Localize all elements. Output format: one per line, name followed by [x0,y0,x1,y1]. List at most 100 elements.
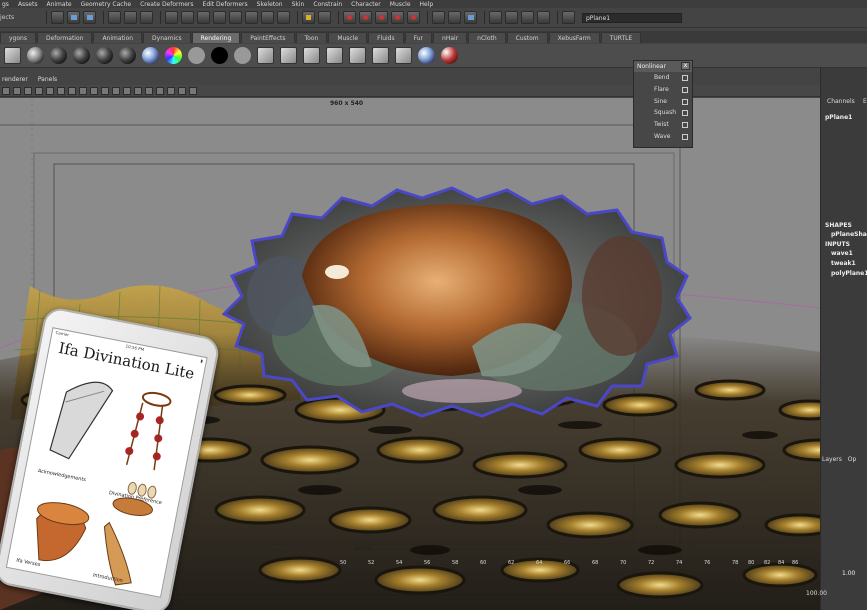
shelf-tab[interactable]: nHair [433,32,468,43]
shadows-icon[interactable] [167,86,175,95]
menu-item-wave[interactable]: Wave [634,131,692,143]
blinn-material-icon[interactable] [27,47,44,64]
option-box-icon[interactable] [682,122,688,129]
grid-icon[interactable] [46,86,54,95]
select-camera-icon[interactable] [2,86,10,95]
option-box-icon[interactable] [682,75,688,81]
time-slider[interactable]: 50 52 54 56 58 60 62 64 66 68 70 72 74 7… [280,560,820,570]
panel-menu-item[interactable]: renderer [2,76,28,83]
menu-item-bend[interactable]: Bend [634,72,692,84]
camera-attributes-icon[interactable] [13,86,21,95]
menu-item[interactable]: Muscle [390,1,411,8]
highlight-selection-button[interactable] [318,11,331,24]
menu-item[interactable]: Geometry Cache [81,1,131,8]
mask-surfaces-button[interactable] [213,11,226,24]
shelf-tab[interactable]: Fur [404,32,433,43]
input-node[interactable]: tweak1 [831,260,856,267]
menu-set-label[interactable]: jects [0,14,42,21]
shelf-tab[interactable]: Toon [295,32,328,43]
resolution-gate-icon[interactable] [68,86,76,95]
name-field-selector-button[interactable] [562,11,575,24]
snap-grid-button[interactable] [343,11,356,24]
film-gate-icon[interactable] [57,86,65,95]
mask-joints-button[interactable] [181,11,194,24]
input-node[interactable]: wave1 [831,250,853,257]
menu-item[interactable]: gs [2,1,9,8]
menu-item[interactable]: Animate [46,1,71,8]
menu-item[interactable]: Constrain [313,1,342,8]
menu-item-squash[interactable]: Squash [634,107,692,119]
option-box-icon[interactable] [682,98,688,105]
shelf-tab[interactable]: Animation [93,32,143,43]
render-view-button[interactable] [464,11,477,24]
channels-tab[interactable]: Channels [827,98,855,105]
hypershade-icon[interactable] [418,47,435,64]
camera-icon[interactable] [4,47,21,64]
volume-light-icon[interactable] [372,47,389,64]
isolate-select-icon[interactable] [189,86,197,95]
shelf-tab-rendering[interactable]: Rendering [191,32,241,43]
mask-misc-button[interactable] [277,11,290,24]
mask-rendering-button[interactable] [261,11,274,24]
options-tab[interactable]: Op [848,456,857,463]
ramp-shader-icon[interactable] [165,47,182,64]
layered-shader-icon[interactable] [142,47,159,64]
close-icon[interactable]: x [681,62,690,70]
menu-item[interactable]: Create Deformers [140,1,193,8]
shelf-tab[interactable]: ygons [0,32,36,43]
wireframe-icon[interactable] [112,86,120,95]
render-view-icon[interactable] [395,47,412,64]
menu-item[interactable]: Assets [18,1,38,8]
mask-handles-button[interactable] [165,11,178,24]
object-name[interactable]: pPlane1 [825,114,852,121]
mask-curves-button[interactable] [197,11,210,24]
mask-deformations-button[interactable] [229,11,242,24]
spot-light-icon[interactable] [326,47,343,64]
shelf-tab[interactable]: PaintEffects [241,32,295,43]
shelf-tab[interactable]: Muscle [328,32,368,43]
snap-point-button[interactable] [375,11,388,24]
gate-mask-icon[interactable] [79,86,87,95]
anisotropic-material-icon[interactable] [119,47,136,64]
input-output-button[interactable] [432,11,445,24]
render-settings-button[interactable] [521,11,534,24]
open-scene-button[interactable] [67,11,80,24]
hypershade-button[interactable] [537,11,550,24]
new-scene-button[interactable] [51,11,64,24]
construction-history-button[interactable] [448,11,461,24]
area-light-icon[interactable] [349,47,366,64]
use-all-lights-icon[interactable] [156,86,164,95]
menu-item[interactable]: Skin [292,1,305,8]
field-chart-icon[interactable] [90,86,98,95]
option-box-icon[interactable] [682,110,688,117]
use-background-icon[interactable] [211,47,228,64]
menu-item[interactable]: Skeleton [257,1,283,8]
ipr-render-button[interactable] [505,11,518,24]
mask-dynamics-button[interactable] [245,11,258,24]
shading-map-icon[interactable] [234,47,251,64]
menu-item[interactable]: Help [420,1,434,8]
range-end-field[interactable]: 1.00 [842,570,855,577]
shelf-tab[interactable]: nCloth [468,32,506,43]
menu-item-sine[interactable]: Sine [634,96,692,108]
option-box-icon[interactable] [682,133,688,140]
bookmarks-icon[interactable] [24,86,32,95]
menu-item[interactable]: Edit Deformers [203,1,248,8]
paint-brush-icon[interactable] [441,47,458,64]
phonge-material-icon[interactable] [96,47,113,64]
xray-icon[interactable] [178,86,186,95]
edit-tab[interactable]: E [863,98,867,105]
snap-view-plane-button[interactable] [391,11,404,24]
select-object-button[interactable] [124,11,137,24]
save-scene-button[interactable] [83,11,96,24]
menu-item-flare[interactable]: Flare [634,84,692,96]
shelf-tab[interactable]: Custom [506,32,548,43]
option-box-icon[interactable] [682,86,688,93]
layers-tab[interactable]: Layers [822,456,842,463]
menu-item[interactable]: Character [351,1,381,8]
surface-shader-icon[interactable] [188,47,205,64]
default-lighting-icon[interactable] [134,86,142,95]
input-node[interactable]: polyPlane1 [831,270,867,277]
shelf-tab[interactable]: Fluids [368,32,404,43]
object-name-field[interactable]: pPlane1 [582,12,682,23]
